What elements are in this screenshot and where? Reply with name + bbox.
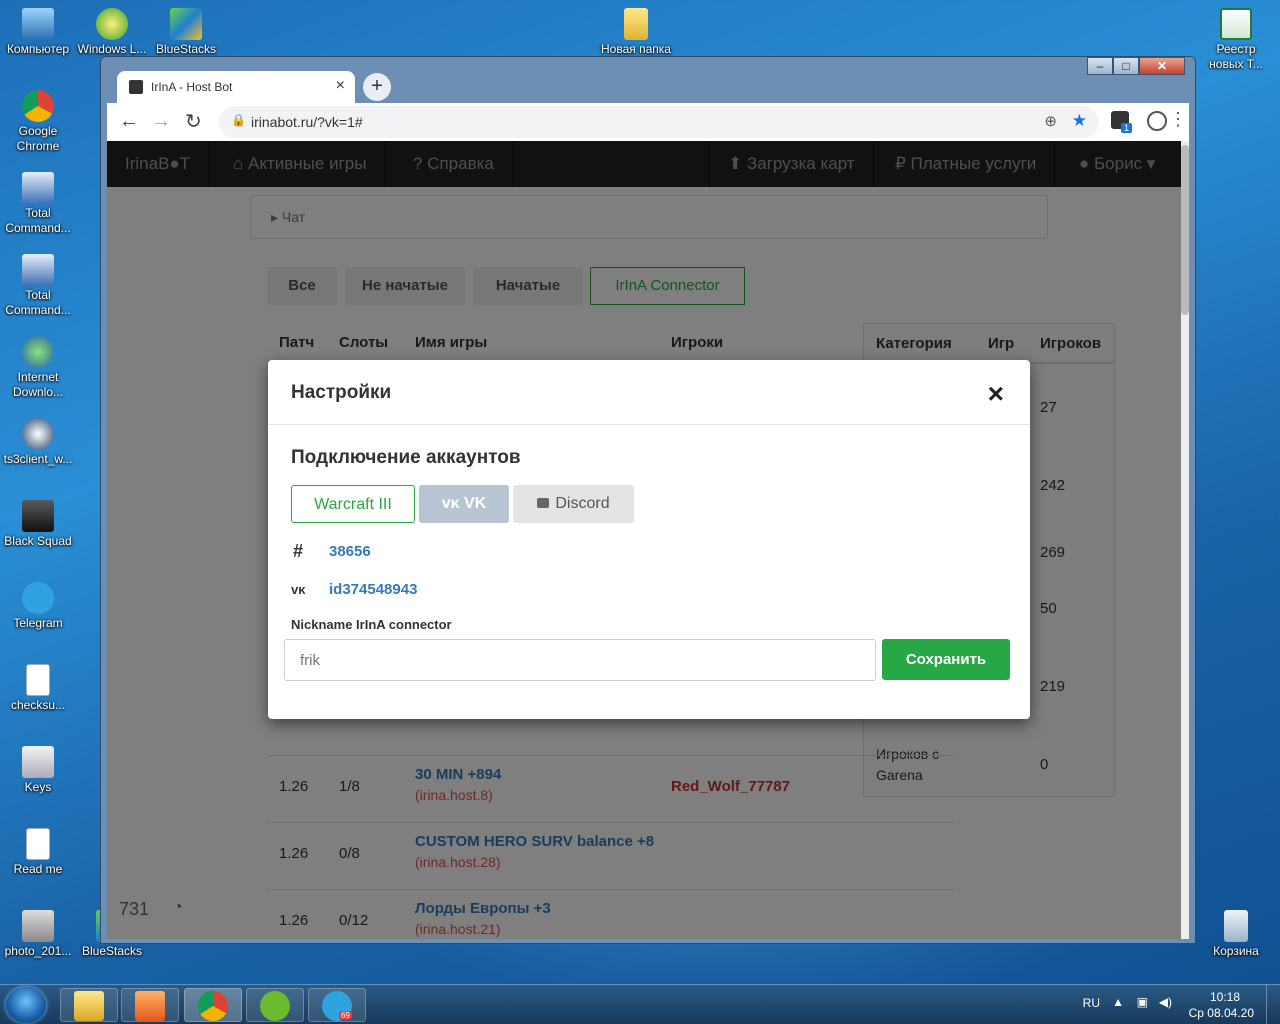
desktop-icon-teamspeak[interactable]: ts3client_w... [0,418,76,467]
network-icon[interactable]: ▣ [1137,995,1148,1009]
taskbar-utorrent[interactable] [246,988,304,1022]
telegram-badge: 69 [339,1011,352,1020]
utorrent-icon [260,991,290,1021]
settings-modal: Настройки × Подключение аккаунтов Warcra… [268,360,1030,719]
telegram-icon [22,582,54,614]
modal-title: Настройки [291,382,392,403]
discord-icon [537,498,550,508]
photo-icon [22,910,54,942]
folder-icon [624,8,648,40]
chrome-icon [22,90,54,122]
vk-id-link[interactable]: id374548943 [329,581,417,598]
tab-title: IrInA - Host Bot [151,80,233,94]
page-scrollbar[interactable] [1181,141,1189,939]
browser-tab[interactable]: IrInA - Host Bot × [117,71,355,103]
total-commander-icon [22,172,54,204]
vk-logo-icon: ᴠᴋ [291,582,306,597]
new-tab-button[interactable]: + [363,73,391,101]
desktop-icon-excel[interactable]: Реестр новых Т... [1198,8,1274,72]
start-button[interactable] [6,987,46,1023]
excel-icon [1220,8,1252,40]
desktop-icon-read-me[interactable]: Read me [0,828,76,877]
zoom-icon[interactable]: ⊕ [1044,112,1057,130]
total-commander-icon [22,254,54,286]
modal-header: Настройки × [268,360,1030,425]
taskbar-explorer[interactable] [60,988,118,1022]
nickname-label: Nickname IrInA connector [291,617,452,632]
recycle-bin-icon [1224,910,1248,942]
desktop-icon-chrome[interactable]: Google Chrome [0,90,76,154]
volume-icon[interactable]: ◀) [1159,995,1172,1009]
desktop-icon-bluestacks[interactable]: BlueStacks [148,8,224,57]
favicon-icon [129,80,143,94]
tab-strip: IrInA - Host Bot × + [109,69,1189,103]
desktop-icon-recycle-bin[interactable]: Корзина [1198,910,1274,959]
desktop-icon-checksum[interactable]: checksu... [0,664,76,713]
keys-icon [22,746,54,778]
forward-icon[interactable]: → [151,110,171,133]
desktop-icon-keys[interactable]: Keys [0,746,76,795]
tray-arrow-icon[interactable]: ▲ [1112,995,1124,1009]
idm-icon [22,336,54,368]
warcraft-tab-button[interactable]: Warcraft III [291,485,415,523]
profile-icon[interactable] [1147,111,1167,131]
taskbar-media-player[interactable] [121,988,179,1022]
desktop-icon-new-folder[interactable]: Новая папка [598,8,674,57]
bluestacks-icon [170,8,202,40]
vk-tab-button[interactable]: ᴠᴋ VK [419,485,509,523]
desktop-icon-internet-download[interactable]: Internet Downlo... [0,336,76,400]
modal-close-icon[interactable]: × [988,378,1004,410]
tab-close-icon[interactable]: × [336,77,345,95]
nickname-input[interactable] [284,639,876,681]
section-title: Подключение аккаунтов [291,447,521,468]
hash-icon: # [293,541,304,561]
browser-window: – □ ✕ IrInA - Host Bot × + ← → ↻ 🔒 irina… [100,56,1196,944]
language-indicator[interactable]: RU [1083,996,1100,1010]
discord-tab-button[interactable]: Discord [513,485,634,523]
game-icon [22,500,54,532]
clock-time[interactable]: 10:18 [1210,990,1240,1004]
save-button[interactable]: Сохранить [882,639,1010,680]
back-icon[interactable]: ← [119,110,139,133]
desktop-icon-black-squad[interactable]: Black Squad [0,500,76,549]
browser-toolbar: ← → ↻ 🔒 irinabot.ru/?vk=1# ⊕ ★ 1 ⋮ [107,103,1189,141]
vk-icon: ᴠᴋ [441,495,465,512]
account-id-link[interactable]: 38656 [329,543,371,560]
web-page: IrinaB●T ⌂ Активные игры ? Справка ⬆ Заг… [107,141,1189,939]
bookmark-star-icon[interactable]: ★ [1072,111,1087,131]
address-bar[interactable]: 🔒 irinabot.ru/?vk=1# ⊕ ★ [219,106,1099,138]
document-icon [26,828,50,860]
desktop-icon-telegram[interactable]: Telegram [0,582,76,631]
reload-icon[interactable]: ↻ [185,109,202,134]
show-desktop-button[interactable] [1266,985,1280,1024]
desktop-icon-computer[interactable]: Компьютер [0,8,76,57]
chrome-icon [198,991,228,1021]
computer-icon [22,8,54,40]
media-player-icon [135,991,165,1021]
teamspeak-icon [22,418,54,450]
url-text: irinabot.ru/?vk=1# [251,114,363,130]
taskbar-telegram[interactable]: 69 [308,988,366,1022]
folder-icon [74,991,104,1021]
desktop-icon-total-commander-2[interactable]: Total Command... [0,254,76,318]
windows-icon [96,8,128,40]
desktop-icon-total-commander-1[interactable]: Total Command... [0,172,76,236]
lock-icon: 🔒 [231,113,246,127]
desktop-icon-photo[interactable]: photo_201... [0,910,76,959]
desktop-icon-windows[interactable]: Windows L... [74,8,150,57]
menu-icon[interactable]: ⋮ [1169,109,1187,130]
taskbar-chrome[interactable] [184,988,242,1022]
extension-badge: 1 [1121,123,1133,133]
scrollbar-thumb[interactable] [1181,145,1189,315]
clock-date[interactable]: Ср 08.04.20 [1189,1006,1254,1020]
file-icon [26,664,50,696]
taskbar: 69 RU ▲ ▣ ◀) 10:18 Ср 08.04.20 [0,984,1280,1024]
